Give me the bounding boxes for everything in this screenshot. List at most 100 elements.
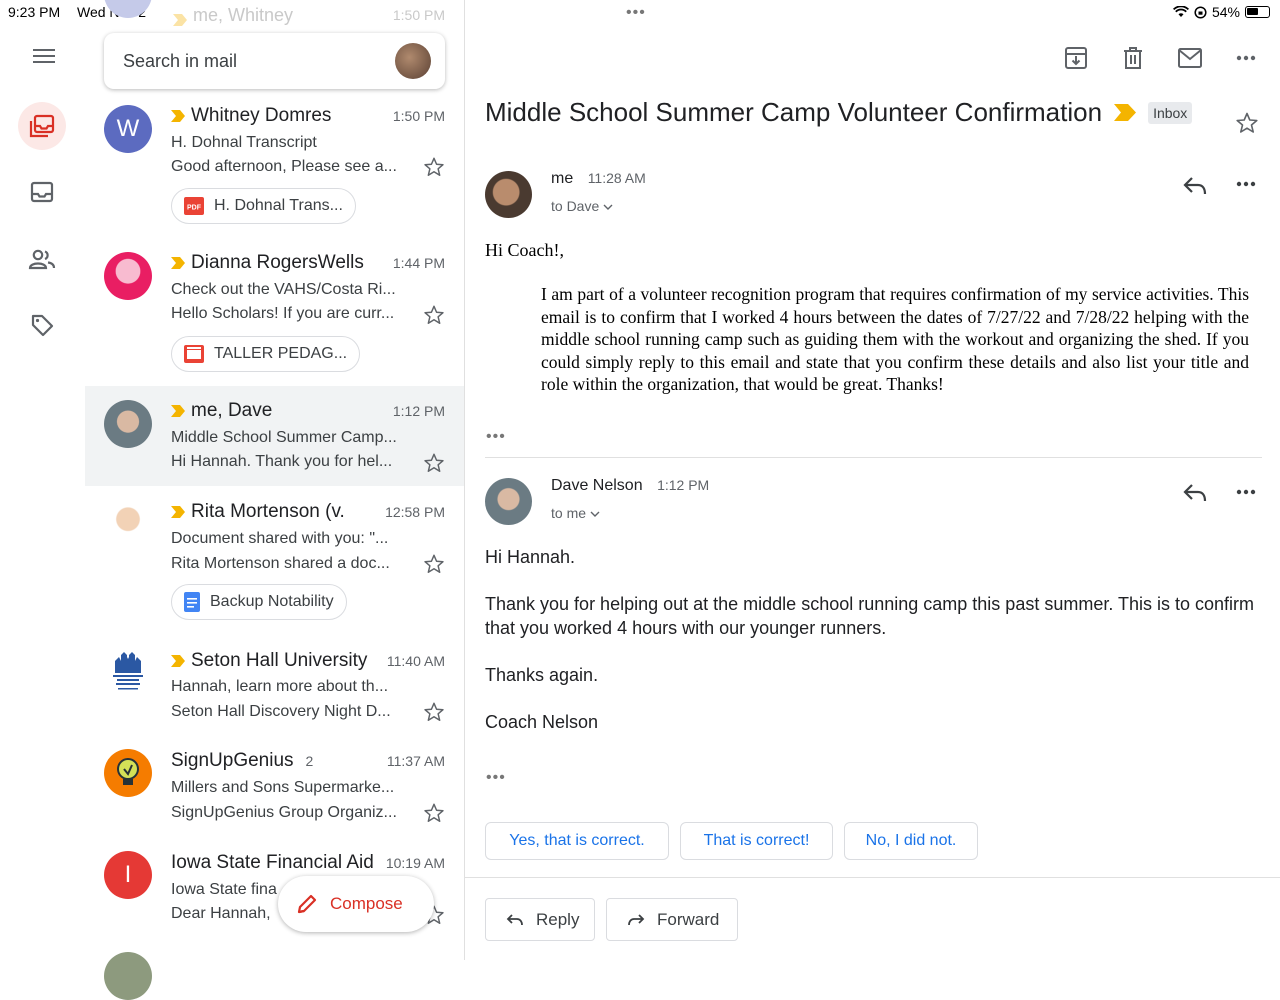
recipients-toggle[interactable]: to me: [551, 505, 600, 521]
avatar: [104, 0, 152, 18]
email-snippet: Dear Hannah,: [171, 905, 271, 922]
message-sender: Dave Nelson: [551, 477, 643, 494]
email-time: 11:40 AM: [386, 653, 445, 669]
star-icon[interactable]: [423, 802, 445, 824]
important-marker-icon: [171, 655, 185, 667]
reply-icon[interactable]: [1182, 482, 1208, 504]
compose-button[interactable]: Compose: [278, 876, 434, 932]
compose-label: Compose: [330, 894, 403, 913]
star-icon[interactable]: [1235, 111, 1259, 135]
message-closing: Thanks again.: [485, 665, 599, 685]
nav-rail: [0, 0, 85, 960]
attachment-name: Backup Notability: [210, 593, 334, 610]
thread-count: 2: [305, 753, 314, 769]
top-multitask-dots[interactable]: •••: [626, 4, 646, 22]
message-body: Thank you for helping out at the middle …: [485, 594, 1255, 638]
delete-button[interactable]: [1119, 44, 1147, 72]
search-bar[interactable]: Search in mail: [104, 33, 445, 89]
action-divider: [465, 877, 1280, 878]
search-input[interactable]: Search in mail: [123, 51, 237, 72]
account-avatar[interactable]: [395, 43, 431, 79]
ghost-sender: me, Whitney: [193, 5, 294, 25]
show-trimmed-content-button[interactable]: •••: [486, 769, 506, 787]
star-icon[interactable]: [423, 452, 445, 474]
sender-name: Seton Hall University: [191, 650, 368, 671]
reply-icon[interactable]: [1182, 175, 1208, 197]
message-header: Dave Nelson 1:12 PM: [551, 477, 709, 495]
ghost-time: 1:50 PM: [392, 7, 445, 23]
important-marker-icon[interactable]: [1114, 104, 1137, 121]
more-horizontal-icon: [1236, 55, 1256, 61]
smart-reply-button[interactable]: Yes, that is correct.: [485, 822, 669, 860]
list-item[interactable]: Rita Mortenson (v. 12:58 PM Document sha…: [85, 486, 465, 634]
forward-button[interactable]: Forward: [606, 898, 738, 941]
message-divider: [485, 457, 1262, 458]
university-logo-icon: [113, 652, 143, 690]
email-time: 1:12 PM: [392, 403, 445, 419]
recipients-toggle[interactable]: to Dave: [551, 198, 613, 214]
avatar: I: [104, 851, 152, 899]
message-signature: Coach Nelson: [485, 712, 599, 732]
svg-text:PDF: PDF: [187, 205, 202, 212]
menu-icon[interactable]: [33, 47, 57, 65]
email-snippet: Seton Hall Discovery Night D...: [171, 703, 391, 720]
star-icon[interactable]: [423, 553, 445, 575]
star-icon[interactable]: [423, 701, 445, 723]
sender-avatar[interactable]: [485, 171, 532, 218]
message-time: 11:28 AM: [587, 170, 646, 186]
list-item[interactable]: Dianna RogersWells 1:44 PM Check out the…: [85, 240, 465, 386]
more-options-button[interactable]: [1232, 44, 1260, 72]
message-recipients: to Dave: [551, 198, 600, 214]
email-subject: Millers and Sons Supermarke...: [171, 779, 395, 796]
smart-reply-button[interactable]: No, I did not.: [844, 822, 978, 860]
list-item[interactable]: Seton Hall University 11:40 AM Hannah, l…: [85, 634, 465, 734]
smart-reply-button[interactable]: That is correct!: [680, 822, 833, 860]
status-indicators: 54%: [1172, 4, 1270, 20]
label-tag-icon: [31, 314, 54, 337]
star-icon[interactable]: [423, 304, 445, 326]
attachment-chip[interactable]: PDF H. Dohnal Trans...: [171, 188, 356, 224]
trash-icon: [1124, 47, 1142, 69]
message-header: me 11:28 AM: [551, 170, 646, 188]
sender-name: Rita Mortenson (v.: [191, 501, 345, 522]
lightbulb-icon: [117, 758, 139, 785]
docs-icon: [184, 592, 200, 612]
more-horizontal-icon[interactable]: [1236, 181, 1256, 187]
important-marker-icon: [171, 110, 185, 122]
orientation-lock-icon: [1194, 5, 1207, 19]
star-icon[interactable]: [423, 156, 445, 178]
email-time: 1:44 PM: [392, 255, 445, 271]
archive-button[interactable]: [1062, 44, 1090, 72]
more-horizontal-icon[interactable]: [1236, 489, 1256, 495]
email-subject: Iowa State fina: [171, 881, 277, 898]
message-recipients: to me: [551, 505, 587, 521]
pencil-icon: [297, 894, 317, 914]
avatar: [104, 500, 152, 548]
show-trimmed-content-button[interactable]: •••: [486, 428, 506, 446]
important-marker-icon: [171, 506, 185, 518]
attachment-chip[interactable]: Backup Notability: [171, 584, 347, 620]
message-sender: me: [551, 170, 574, 187]
email-subject: Check out the VAHS/Costa Ri...: [171, 281, 396, 298]
message-greeting: Hi Coach!,: [485, 240, 564, 260]
list-item-selected[interactable]: me, Dave 1:12 PM Middle School Summer Ca…: [85, 386, 465, 486]
sender-name: SignUpGenius: [171, 750, 294, 771]
avatar: [104, 252, 152, 300]
inbox-button[interactable]: [18, 168, 66, 216]
attachment-name: H. Dohnal Trans...: [214, 197, 343, 214]
list-item[interactable]: SignUpGenius 2 11:37 AM Millers and Sons…: [85, 734, 465, 836]
reply-button[interactable]: Reply: [485, 898, 595, 941]
all-inboxes-icon: [29, 114, 55, 138]
email-subject: Hannah, learn more about th...: [171, 678, 389, 695]
mark-unread-button[interactable]: [1176, 44, 1204, 72]
list-item[interactable]: W Whitney Domres 1:50 PM H. Dohnal Trans…: [85, 96, 465, 240]
all-inboxes-button[interactable]: [18, 102, 66, 150]
sender-avatar[interactable]: [485, 478, 532, 525]
inbox-label-chip[interactable]: Inbox: [1148, 101, 1193, 124]
email-snippet: Good afternoon, Please see a...: [171, 158, 397, 175]
thread-subject: Middle School Summer Camp Volunteer Conf…: [485, 97, 1193, 128]
email-time: 10:19 AM: [385, 855, 445, 871]
labels-button[interactable]: [18, 301, 66, 349]
contacts-button[interactable]: [18, 235, 66, 283]
attachment-chip[interactable]: TALLER PEDAG...: [171, 336, 361, 372]
